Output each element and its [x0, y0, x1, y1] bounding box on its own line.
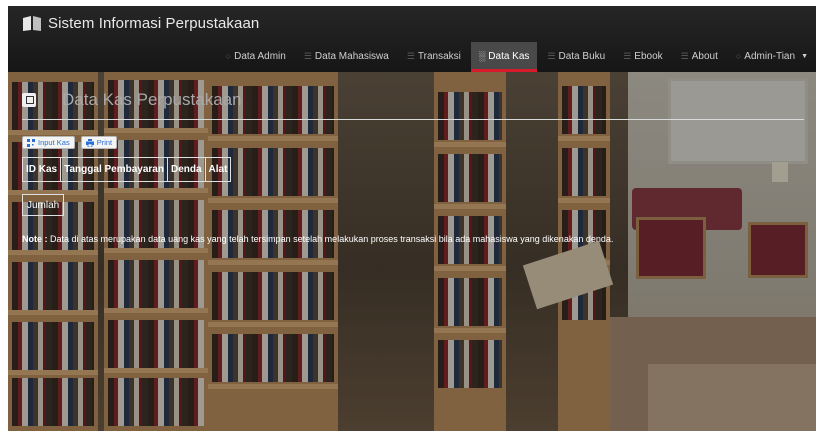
nav-item-label: Transaksi [417, 50, 461, 62]
nav-item-about[interactable]: ☰ About [673, 42, 726, 70]
action-buttons: Input Kas Print [22, 136, 118, 149]
print-button[interactable]: Print [80, 136, 118, 149]
nav-item-data-admin[interactable]: ○ Data Admin [218, 42, 294, 70]
nav-item-user-menu[interactable]: ○ Admin-Tian ▼ [728, 42, 816, 70]
main-content: Data Kas Perpustakaan Input Kas Print ID [8, 72, 816, 431]
page-title: Data Kas Perpustakaan [62, 90, 242, 109]
column-header-alat[interactable]: Alat [204, 157, 232, 182]
jumlah-row: Jumlah [22, 194, 64, 216]
list-icon: ☰ [406, 50, 415, 61]
book-icon [23, 15, 41, 31]
nav-item-label: About [691, 50, 718, 62]
kas-table: ID Kas Tanggal Pembayaran Denda Alat [21, 157, 232, 182]
nav-item-label: Ebook [634, 50, 663, 62]
printer-icon [85, 138, 94, 147]
note-body: Data di atas merupakan data uang kas yan… [50, 234, 614, 244]
page-header: Data Kas Perpustakaan [22, 90, 242, 110]
nav-item-label: Data Admin [234, 50, 286, 62]
note-text: Note : Data di atas merupakan data uang … [22, 234, 613, 244]
list-icon: ☰ [680, 50, 689, 61]
nav-item-data-buku[interactable]: ☰ Data Buku [539, 42, 613, 70]
nav-item-transaksi[interactable]: ☰ Transaksi [399, 42, 469, 70]
divider [22, 119, 804, 120]
list-icon: ☰ [623, 50, 632, 61]
note-label: Note : [22, 234, 48, 244]
column-header-denda[interactable]: Denda [166, 157, 206, 182]
user-icon: ○ [225, 51, 232, 61]
nav-item-ebook[interactable]: ☰ Ebook [615, 42, 670, 70]
chart-icon: ░ [478, 51, 486, 61]
list-icon: ☰ [303, 50, 312, 61]
nav-menu: ○ Data Admin ☰ Data Mahasiswa ☰ Transaks… [216, 42, 816, 72]
input-kas-label: Input Kas [38, 138, 70, 147]
input-kas-button[interactable]: Input Kas [22, 136, 75, 149]
nav-item-label: Data Mahasiswa [314, 50, 389, 62]
column-header-tanggal-pembayaran[interactable]: Tanggal Pembayaran [60, 157, 168, 182]
nav-item-label: Admin-Tian [744, 50, 796, 62]
brand-title: Sistem Informasi Perpustakaan [48, 14, 260, 32]
caret-down-icon: ▼ [801, 52, 808, 60]
column-header-id-kas[interactable]: ID Kas [21, 157, 62, 182]
print-label: Print [96, 138, 113, 147]
nav-item-data-kas[interactable]: ░ Data Kas [470, 42, 538, 72]
qr-icon [27, 138, 35, 147]
brand[interactable]: Sistem Informasi Perpustakaan [22, 12, 259, 34]
nav-item-label: Data Kas [488, 50, 530, 62]
nav-item-label: Data Buku [558, 50, 606, 62]
document-icon [22, 93, 36, 107]
nav-item-data-mahasiswa[interactable]: ☰ Data Mahasiswa [296, 42, 397, 70]
top-navbar: Sistem Informasi Perpustakaan ○ Data Adm… [8, 6, 816, 72]
jumlah-label: Jumlah [27, 199, 60, 211]
table-header-row: ID Kas Tanggal Pembayaran Denda Alat [21, 157, 232, 182]
user-icon: ○ [735, 51, 742, 61]
list-icon: ☰ [547, 50, 556, 61]
